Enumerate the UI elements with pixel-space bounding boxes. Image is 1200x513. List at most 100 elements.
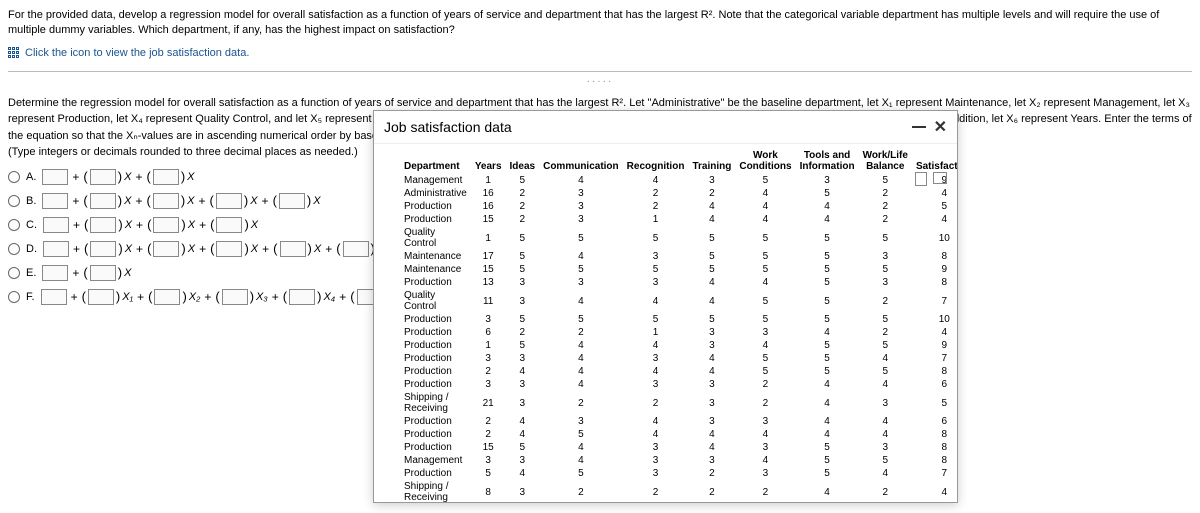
- coef-input[interactable]: [90, 169, 116, 185]
- coef-input[interactable]: [280, 241, 306, 257]
- radio-B[interactable]: [8, 195, 20, 207]
- intercept-input[interactable]: [43, 241, 69, 257]
- intercept-input[interactable]: [42, 193, 68, 209]
- table-row: Maintenance1754355538: [384, 250, 957, 263]
- value-cell: 2: [735, 378, 795, 391]
- value-cell: 15: [471, 263, 506, 276]
- dept-cell: Shipping / Receiving: [384, 391, 471, 415]
- coef-input[interactable]: [222, 289, 248, 305]
- value-cell: 5: [912, 200, 957, 213]
- close-icon[interactable]: ✕: [934, 117, 947, 137]
- value-cell: 3: [859, 441, 912, 454]
- value-cell: 4: [796, 391, 859, 415]
- table-row: Production1523144424: [384, 213, 957, 226]
- option-label: D.: [26, 243, 37, 255]
- value-cell: 4: [539, 378, 623, 391]
- coef-input[interactable]: [90, 193, 116, 209]
- coef-input[interactable]: [154, 289, 180, 305]
- intercept-input[interactable]: [43, 217, 69, 233]
- value-cell: 4: [539, 289, 623, 313]
- dept-cell: Production: [384, 213, 471, 226]
- radio-C[interactable]: [8, 219, 20, 231]
- table-row: Production1333344538: [384, 276, 957, 289]
- intercept-input[interactable]: [41, 289, 67, 305]
- value-cell: 2: [688, 480, 735, 502]
- copy-icon[interactable]: [915, 172, 927, 186]
- value-cell: 2: [623, 187, 689, 200]
- value-cell: 4: [623, 365, 689, 378]
- value-cell: 5: [623, 226, 689, 250]
- coef-input[interactable]: [88, 289, 114, 305]
- radio-F[interactable]: [8, 291, 20, 303]
- value-cell: 8: [912, 441, 957, 454]
- value-cell: 3: [859, 276, 912, 289]
- value-cell: 3: [688, 339, 735, 352]
- coef-input[interactable]: [153, 193, 179, 209]
- coef-input[interactable]: [153, 169, 179, 185]
- value-cell: 3: [688, 454, 735, 467]
- intercept-input[interactable]: [42, 265, 68, 281]
- value-cell: 2: [688, 187, 735, 200]
- value-cell: 2: [735, 391, 795, 415]
- radio-D[interactable]: [8, 243, 20, 255]
- value-cell: 4: [539, 250, 623, 263]
- value-cell: 4: [796, 428, 859, 441]
- value-cell: 8: [912, 428, 957, 441]
- value-cell: 6: [471, 326, 506, 339]
- option-label: B.: [26, 195, 36, 207]
- value-cell: 5: [623, 313, 689, 326]
- coef-input[interactable]: [90, 265, 116, 281]
- table-row: Management334334558: [384, 454, 957, 467]
- view-data-link[interactable]: Click the icon to view the job satisfact…: [25, 47, 249, 59]
- value-cell: 4: [796, 200, 859, 213]
- value-cell: 3: [735, 467, 795, 480]
- value-cell: 5: [859, 339, 912, 352]
- coef-input[interactable]: [153, 217, 179, 233]
- radio-E[interactable]: [8, 267, 20, 279]
- value-cell: 3: [539, 187, 623, 200]
- value-cell: 6: [912, 415, 957, 428]
- value-cell: 16: [471, 200, 506, 213]
- dept-cell: Production: [384, 313, 471, 326]
- coef-input[interactable]: [153, 241, 179, 257]
- coef-input[interactable]: [90, 241, 116, 257]
- coef-input[interactable]: [289, 289, 315, 305]
- dept-cell: Maintenance: [384, 263, 471, 276]
- dept-cell: Production: [384, 441, 471, 454]
- value-cell: 3: [471, 313, 506, 326]
- value-cell: 7: [912, 467, 957, 480]
- value-cell: 2: [471, 428, 506, 441]
- coef-input[interactable]: [279, 193, 305, 209]
- value-cell: 5: [539, 263, 623, 276]
- coef-input[interactable]: [216, 217, 242, 233]
- value-cell: 15: [471, 213, 506, 226]
- coef-input[interactable]: [90, 217, 116, 233]
- value-cell: 2: [859, 200, 912, 213]
- value-cell: 5: [539, 313, 623, 326]
- coef-input[interactable]: [343, 241, 369, 257]
- data-grid-icon[interactable]: [8, 47, 19, 58]
- dept-cell: Production: [384, 339, 471, 352]
- value-cell: 5: [735, 226, 795, 250]
- value-cell: 4: [688, 200, 735, 213]
- value-cell: 3: [623, 352, 689, 365]
- radio-A[interactable]: [8, 171, 20, 183]
- value-cell: 2: [539, 480, 623, 502]
- value-cell: 9: [912, 339, 957, 352]
- value-cell: 4: [688, 289, 735, 313]
- table-row: Shipping / Receiving2132232435: [384, 391, 957, 415]
- value-cell: 5: [796, 250, 859, 263]
- coef-input[interactable]: [216, 193, 242, 209]
- print-icon[interactable]: [933, 172, 947, 184]
- minimize-icon[interactable]: [912, 126, 926, 128]
- coef-input[interactable]: [216, 241, 242, 257]
- value-cell: 3: [688, 391, 735, 415]
- value-cell: 5: [796, 289, 859, 313]
- value-cell: 4: [539, 339, 623, 352]
- dept-cell: Production: [384, 365, 471, 378]
- value-cell: 5: [539, 428, 623, 441]
- value-cell: 3: [539, 200, 623, 213]
- intercept-input[interactable]: [42, 169, 68, 185]
- popup-title: Job satisfaction data: [384, 119, 512, 135]
- column-header: Training: [688, 148, 735, 174]
